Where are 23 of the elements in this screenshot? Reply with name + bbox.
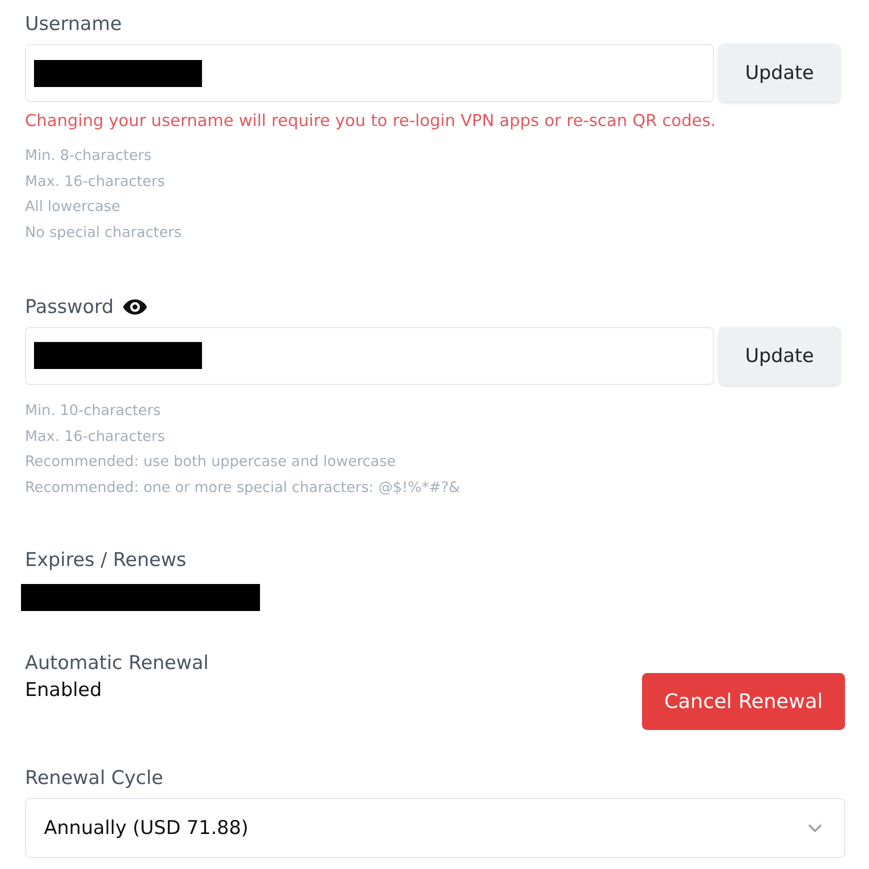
status-value: Enabled — [25, 678, 102, 701]
hint-text: Max. 16-characters — [25, 428, 166, 447]
hint-text: Max. 16-characters — [25, 172, 166, 192]
hint-text: Recommended: use both uppercase and lowercase — [25, 453, 397, 472]
field-label: Password — [25, 296, 114, 318]
field-label: Renewal Cycle — [25, 766, 164, 789]
eye-icon[interactable] — [122, 298, 148, 316]
hint-text: All lowercase — [25, 198, 122, 218]
input-field[interactable] — [25, 326, 714, 385]
hint-text: Min. 10-characters — [25, 402, 162, 421]
hint-text: Min. 8-characters — [25, 147, 152, 166]
field-label: Username — [25, 13, 122, 35]
warning-text: Changing your username will require you to re-login VPN apps or re-scan QR codes. — [25, 111, 717, 130]
hint-text: Recommended: one or more special characters: @$!%*#?& — [25, 478, 461, 498]
field-label: Automatic Renewal — [25, 652, 209, 674]
hint-text: No special characters — [25, 224, 183, 244]
update-button[interactable]: Update — [719, 44, 840, 102]
input-field[interactable] — [25, 44, 714, 102]
cancel-renewal-button[interactable]: Cancel Renewal — [642, 672, 845, 730]
dropdown[interactable]: Annually (USD 71.88) — [25, 798, 845, 858]
chevron-down-icon — [808, 824, 822, 832]
field-label: Expires / Renews — [25, 548, 186, 571]
update-button[interactable]: Update — [719, 326, 840, 385]
